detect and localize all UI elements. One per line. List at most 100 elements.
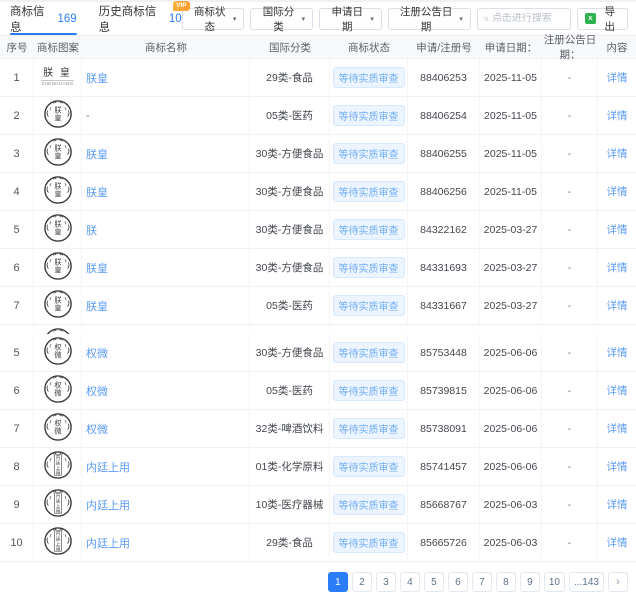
status-badge: 等待实质审查 xyxy=(332,380,405,401)
tab-trademark-info[interactable]: 商标信息 169 xyxy=(10,2,77,35)
detail-link[interactable]: 详情 xyxy=(607,70,628,85)
table-row: 6 朕皇朕皇 30类-方便食品 等待实质审查 84331693 2025-03-27- 详情 xyxy=(0,249,636,287)
svg-text:用: 用 xyxy=(55,509,60,515)
export-button[interactable]: x 导出 xyxy=(576,6,628,33)
page-button[interactable]: 9 xyxy=(519,572,540,592)
status-cell: 等待实质审查 xyxy=(330,524,408,561)
chevron-down-icon: ▾ xyxy=(301,15,306,23)
search-box[interactable] xyxy=(476,7,571,30)
cell-index: 10 xyxy=(0,524,34,561)
trademark-name-link[interactable]: 朕皇 xyxy=(82,173,250,210)
trademark-name-link: - xyxy=(82,97,250,134)
page-button[interactable]: 3 xyxy=(375,572,396,592)
detail-link[interactable]: 详情 xyxy=(607,108,628,123)
content-cell: 详情 xyxy=(598,211,636,248)
trademark-name-link[interactable]: 权微 xyxy=(82,410,250,447)
detail-link[interactable]: 详情 xyxy=(607,222,628,237)
reg-number-cell: 88406253 xyxy=(408,59,480,96)
search-input[interactable] xyxy=(491,13,564,24)
trademark-name-link[interactable]: 朕皇 xyxy=(82,287,250,324)
detail-link[interactable]: 详情 xyxy=(607,497,628,512)
intl-class-cell: 05类-医药 xyxy=(250,97,330,134)
filter-dropdown-3[interactable]: 注册公告日期 ▾ xyxy=(387,6,471,33)
cell-index: 3 xyxy=(0,135,34,172)
trademark-name-link[interactable]: 朕皇 xyxy=(82,135,250,172)
seal-trademark-image: 朕皇 xyxy=(43,137,73,170)
trademark-name-link[interactable]: 权微 xyxy=(82,372,250,409)
publish-date-cell: - xyxy=(542,448,598,485)
status-badge: 等待实质审查 xyxy=(332,295,405,316)
table-header-row: 序号 商标图案 商标名称 国际分类 商标状态 申请/注册号 申请日期： 注册公告日期： 内容 xyxy=(0,34,636,61)
page-button[interactable]: 2 xyxy=(351,572,372,592)
cell-index: 9 xyxy=(0,486,34,523)
detail-link[interactable]: 详情 xyxy=(607,260,628,275)
page-button[interactable]: 4 xyxy=(399,572,420,592)
seal-trademark-image: 朕皇 xyxy=(43,251,73,284)
status-badge: 等待实质审查 xyxy=(332,143,405,164)
chevron-down-icon: ▾ xyxy=(459,15,463,23)
filter-label: 国际分类 xyxy=(262,5,295,33)
intl-class-cell: 30类-方便食品 xyxy=(250,135,330,172)
trademark-name-link[interactable]: 朕皇 xyxy=(82,59,250,96)
filter-label: 商标状态 xyxy=(194,5,226,33)
page-button[interactable]: 7 xyxy=(471,572,492,592)
status-badge: 等待实质审查 xyxy=(332,181,405,202)
status-cell: 等待实质审查 xyxy=(330,135,408,172)
trademark-name-link[interactable]: 内廷上用 xyxy=(82,448,250,485)
column-header-0: 序号 xyxy=(6,41,28,54)
page-button[interactable]: ...143 xyxy=(568,572,604,592)
page-button-active[interactable]: 1 xyxy=(327,572,348,592)
trademark-name-link[interactable]: 朕 xyxy=(82,211,250,248)
tab-history-trademark-info[interactable]: 历史商标信息 10 VIP xyxy=(98,1,190,35)
svg-text:上: 上 xyxy=(55,464,60,470)
detail-link[interactable]: 详情 xyxy=(607,184,628,199)
content-cell: 详情 xyxy=(598,173,636,210)
status-cell: 等待实质审查 xyxy=(330,173,408,210)
status-badge: 等待实质审查 xyxy=(332,219,405,240)
intl-class-cell: 05类-医药 xyxy=(250,372,330,409)
page-button[interactable]: 6 xyxy=(447,572,468,592)
page-button[interactable]: 10 xyxy=(543,572,565,592)
trademark-name-link[interactable]: 内廷上用 xyxy=(82,524,250,561)
detail-link[interactable]: 详情 xyxy=(607,535,628,550)
detail-link[interactable]: 详情 xyxy=(607,383,628,398)
content-cell: 详情 xyxy=(598,486,636,523)
trademark-name-link[interactable]: 权微 xyxy=(82,334,250,371)
filter-dropdown-1[interactable]: 国际分类 ▾ xyxy=(250,6,314,33)
intl-class-cell: 10类-医疗器械 xyxy=(250,486,330,523)
page-button[interactable]: 8 xyxy=(495,572,516,592)
seal-trademark-image: 内廷上用 xyxy=(43,450,73,483)
trademark-name-link[interactable]: 内廷上用 xyxy=(82,486,250,523)
table-row: 9 内廷上用内廷上用 10类-医疗器械 等待实质审查 85668767 2025-06-0… xyxy=(0,486,636,524)
seal-trademark-image: 权微 xyxy=(43,412,73,445)
trademark-logo: 朕 皇 ZHENHUANG xyxy=(34,59,82,96)
publish-date-cell: - xyxy=(542,410,598,447)
detail-link[interactable]: 详情 xyxy=(607,298,628,313)
cell-index: 7 xyxy=(0,410,34,447)
content-cell: 详情 xyxy=(598,448,636,485)
svg-text:皇: 皇 xyxy=(54,304,61,313)
detail-link[interactable]: 详情 xyxy=(607,459,628,474)
apply-date-cell: 2025-03-27 xyxy=(480,287,542,324)
detail-link[interactable]: 详情 xyxy=(607,421,628,436)
reg-number-cell: 84331693 xyxy=(408,249,480,286)
tab-count: 169 xyxy=(57,12,77,25)
detail-link[interactable]: 详情 xyxy=(607,146,628,161)
trademark-logo: 权微 xyxy=(34,410,82,447)
reg-number-cell: 88406255 xyxy=(408,135,480,172)
tab-label: 历史商标信息 xyxy=(98,5,157,34)
apply-date-cell: 2025-03-27 xyxy=(480,249,542,286)
filter-dropdown-2[interactable]: 申请日期 ▾ xyxy=(319,6,382,33)
clipped-seal-logo: 权微 xyxy=(43,327,73,334)
status-badge: 等待实质审查 xyxy=(332,456,405,477)
content-cell: 详情 xyxy=(598,372,636,409)
status-cell: 等待实质审查 xyxy=(330,97,408,134)
trademark-name-link[interactable]: 朕皇 xyxy=(82,249,250,286)
content-cell: 详情 xyxy=(598,287,636,324)
column-header-6: 申请日期： xyxy=(484,41,538,54)
apply-date-cell: 2025-06-06 xyxy=(480,448,542,485)
next-page-button[interactable]: › xyxy=(608,572,628,592)
filter-dropdown-0[interactable]: 商标状态 ▾ xyxy=(181,6,245,33)
page-button[interactable]: 5 xyxy=(423,572,444,592)
detail-link[interactable]: 详情 xyxy=(607,345,628,360)
